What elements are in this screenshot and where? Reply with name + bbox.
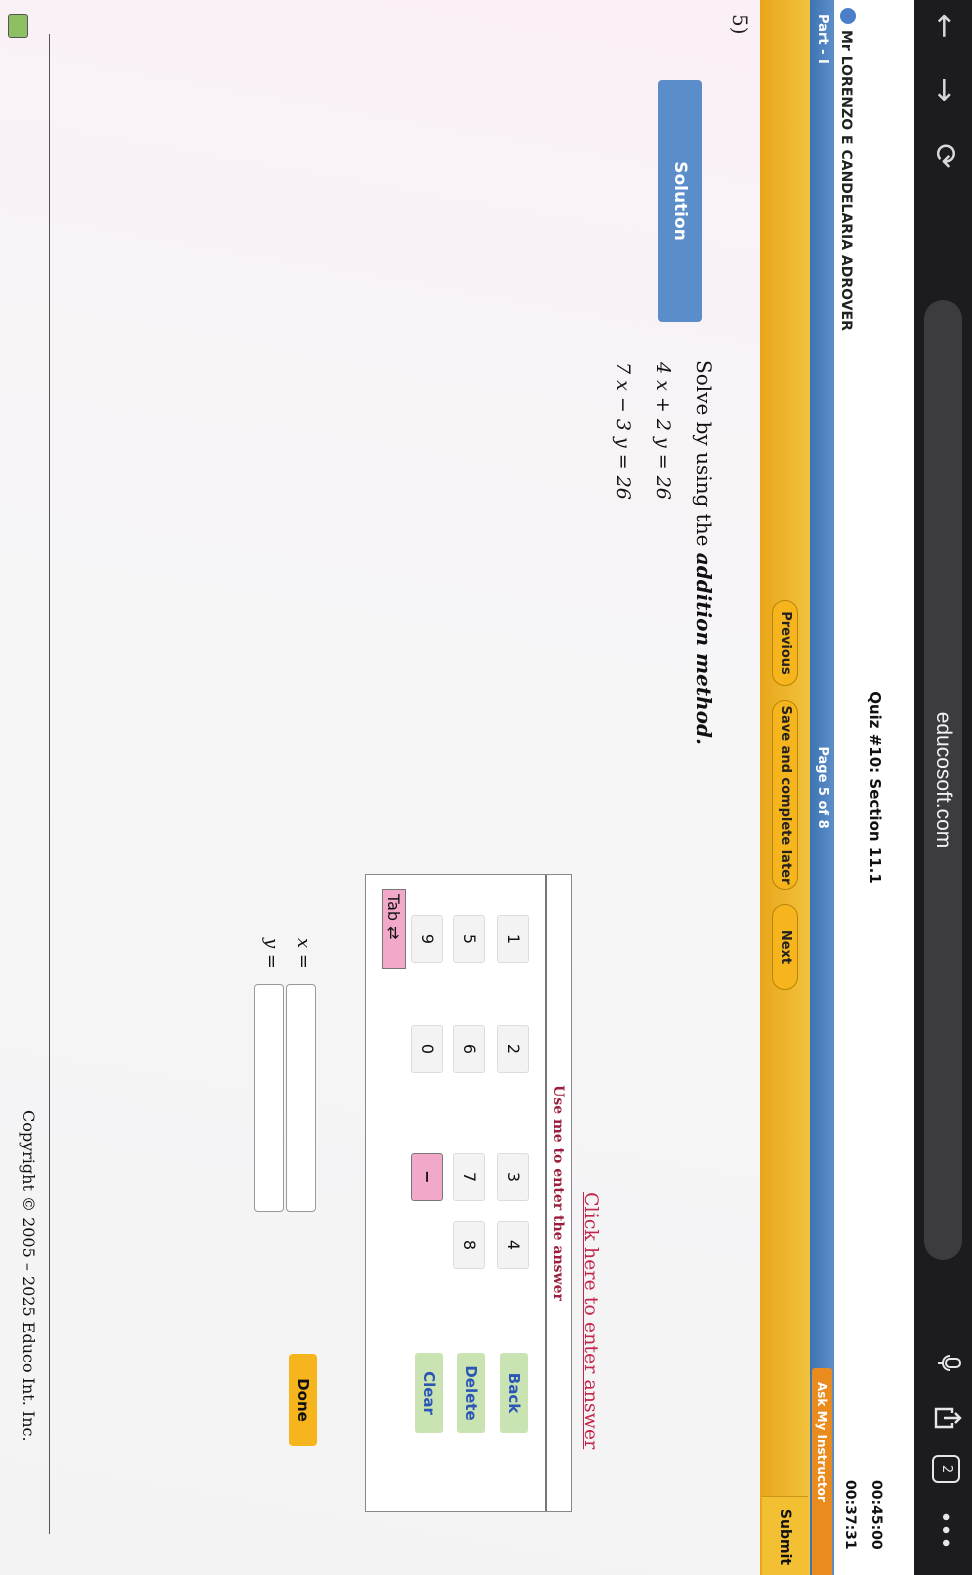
url-text: educosoft.com	[932, 711, 955, 849]
key-8[interactable]: 8	[453, 1221, 485, 1269]
tab-count-icon[interactable]: 2	[932, 1455, 960, 1483]
solution-button[interactable]: Solution	[658, 80, 702, 322]
address-bar[interactable]: educosoft.com	[924, 300, 962, 1260]
quiz-title: Quiz #10: Section 11.1	[866, 691, 884, 884]
back-arrow-icon[interactable]: ←	[924, 6, 964, 46]
key-4[interactable]: 4	[497, 1221, 529, 1269]
share-icon[interactable]	[926, 1400, 962, 1436]
y-answer-input[interactable]	[254, 984, 284, 1212]
y-label: y =	[261, 938, 282, 969]
x-label: x =	[293, 938, 314, 969]
key-9[interactable]: 9	[411, 915, 443, 963]
save-complete-later-button[interactable]: Save and complete later	[772, 700, 798, 890]
page: ← → ⟳ educosoft.com 2 ••• Mr LORENZO E C…	[0, 0, 972, 1575]
keypad-title: Use me to enter the answer	[545, 875, 571, 1511]
equation-2: 7 x − 3 y = 26	[612, 362, 634, 500]
key-6[interactable]: 6	[453, 1025, 485, 1073]
instruction-method: addition method.	[692, 552, 716, 745]
more-options-icon[interactable]: •••	[926, 1500, 962, 1560]
answer-keypad: Use me to enter the answer 1 2 3 4 5 6 7…	[365, 874, 572, 1512]
copyright-text: Copyright © 2005 – 2025 Educo Int. Inc.	[19, 1110, 38, 1442]
key-5[interactable]: 5	[453, 915, 485, 963]
back-key[interactable]: Back	[500, 1353, 528, 1433]
user-name: Mr LORENZO E CANDELARIA ADROVER	[838, 30, 854, 331]
timer-total: 00:45:00	[868, 1480, 884, 1550]
question-instruction: Solve by using the addition method.	[692, 360, 716, 745]
key-7[interactable]: 7	[453, 1153, 485, 1201]
key-3[interactable]: 3	[497, 1153, 529, 1201]
key-2[interactable]: 2	[497, 1025, 529, 1073]
equation-1: 4 x + 2 y = 26	[652, 362, 674, 500]
user-avatar-icon	[840, 8, 856, 24]
key-0[interactable]: 0	[411, 1025, 443, 1073]
clear-key[interactable]: Clear	[415, 1353, 443, 1433]
key-1[interactable]: 1	[497, 915, 529, 963]
timer-remaining: 00:37:31	[842, 1480, 858, 1550]
footer-divider	[49, 34, 50, 1534]
forward-arrow-icon[interactable]: →	[924, 70, 964, 110]
reload-icon[interactable]: ⟳	[924, 136, 964, 176]
microphone-icon[interactable]	[926, 1348, 962, 1378]
next-button[interactable]: Next	[772, 904, 798, 990]
done-button[interactable]: Done	[289, 1354, 317, 1446]
key-minus[interactable]: −	[411, 1153, 443, 1201]
printer-icon[interactable]	[8, 14, 28, 38]
ask-instructor-button[interactable]: Ask My Instructor	[812, 1368, 832, 1575]
tab-key[interactable]: Tab ⇄	[382, 889, 406, 969]
previous-button[interactable]: Previous	[772, 600, 798, 686]
enter-answer-link[interactable]: Click here to enter answer	[580, 1192, 602, 1449]
question-number: 5)	[728, 14, 752, 35]
x-answer-input[interactable]	[286, 984, 316, 1212]
instruction-text: Solve by using the	[692, 360, 716, 553]
delete-key[interactable]: Delete	[457, 1353, 485, 1433]
submit-button[interactable]: Submit	[762, 1496, 808, 1575]
page-indicator: Page 5 of 8	[815, 746, 830, 829]
